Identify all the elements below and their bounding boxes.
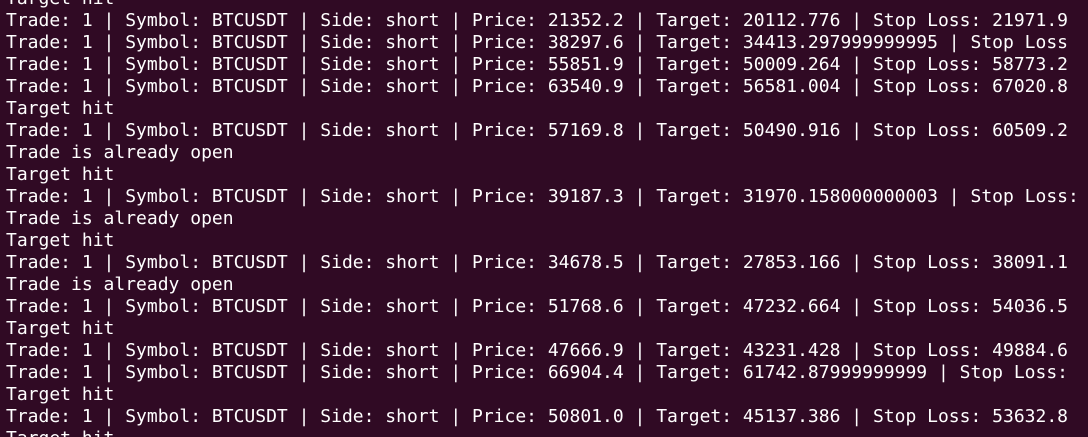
terminal-line: Trade: 1 | Symbol: BTCUSDT | Side: short… — [6, 54, 1069, 75]
terminal-line: Trade is already open — [6, 142, 234, 163]
terminal-line: Trade: 1 | Symbol: BTCUSDT | Side: short… — [6, 76, 1069, 97]
terminal-line: Target hit — [6, 98, 115, 119]
terminal-line: Trade is already open — [6, 208, 234, 229]
terminal-line: Target hit — [6, 164, 115, 185]
terminal-line: Trade: 1 | Symbol: BTCUSDT | Side: short… — [6, 362, 1069, 383]
terminal-window[interactable]: Target hit Trade: 1 | Symbol: BTCUSDT | … — [0, 0, 1088, 437]
terminal-line: Target hit — [6, 318, 115, 339]
terminal-line: Trade: 1 | Symbol: BTCUSDT | Side: short… — [6, 406, 1069, 427]
terminal-line: Target hit — [6, 428, 1079, 437]
terminal-line: Trade is already open — [6, 274, 234, 295]
terminal-line: Target hit — [6, 230, 115, 251]
terminal-line: Trade: 1 | Symbol: BTCUSDT | Side: short… — [6, 296, 1069, 317]
terminal-line: Trade: 1 | Symbol: BTCUSDT | Side: short… — [6, 32, 1069, 53]
terminal-line: Trade: 1 | Symbol: BTCUSDT | Side: short… — [6, 186, 1079, 207]
terminal-line: Trade: 1 | Symbol: BTCUSDT | Side: short… — [6, 340, 1069, 361]
terminal-line: Trade: 1 | Symbol: BTCUSDT | Side: short… — [6, 10, 1069, 31]
terminal-line: Trade: 1 | Symbol: BTCUSDT | Side: short… — [6, 120, 1069, 141]
terminal-line: Trade: 1 | Symbol: BTCUSDT | Side: short… — [6, 252, 1069, 273]
terminal-line: Target hit — [6, 0, 1079, 10]
terminal-output: Target hit Trade: 1 | Symbol: BTCUSDT | … — [6, 0, 1079, 437]
terminal-line: Target hit — [6, 384, 115, 405]
